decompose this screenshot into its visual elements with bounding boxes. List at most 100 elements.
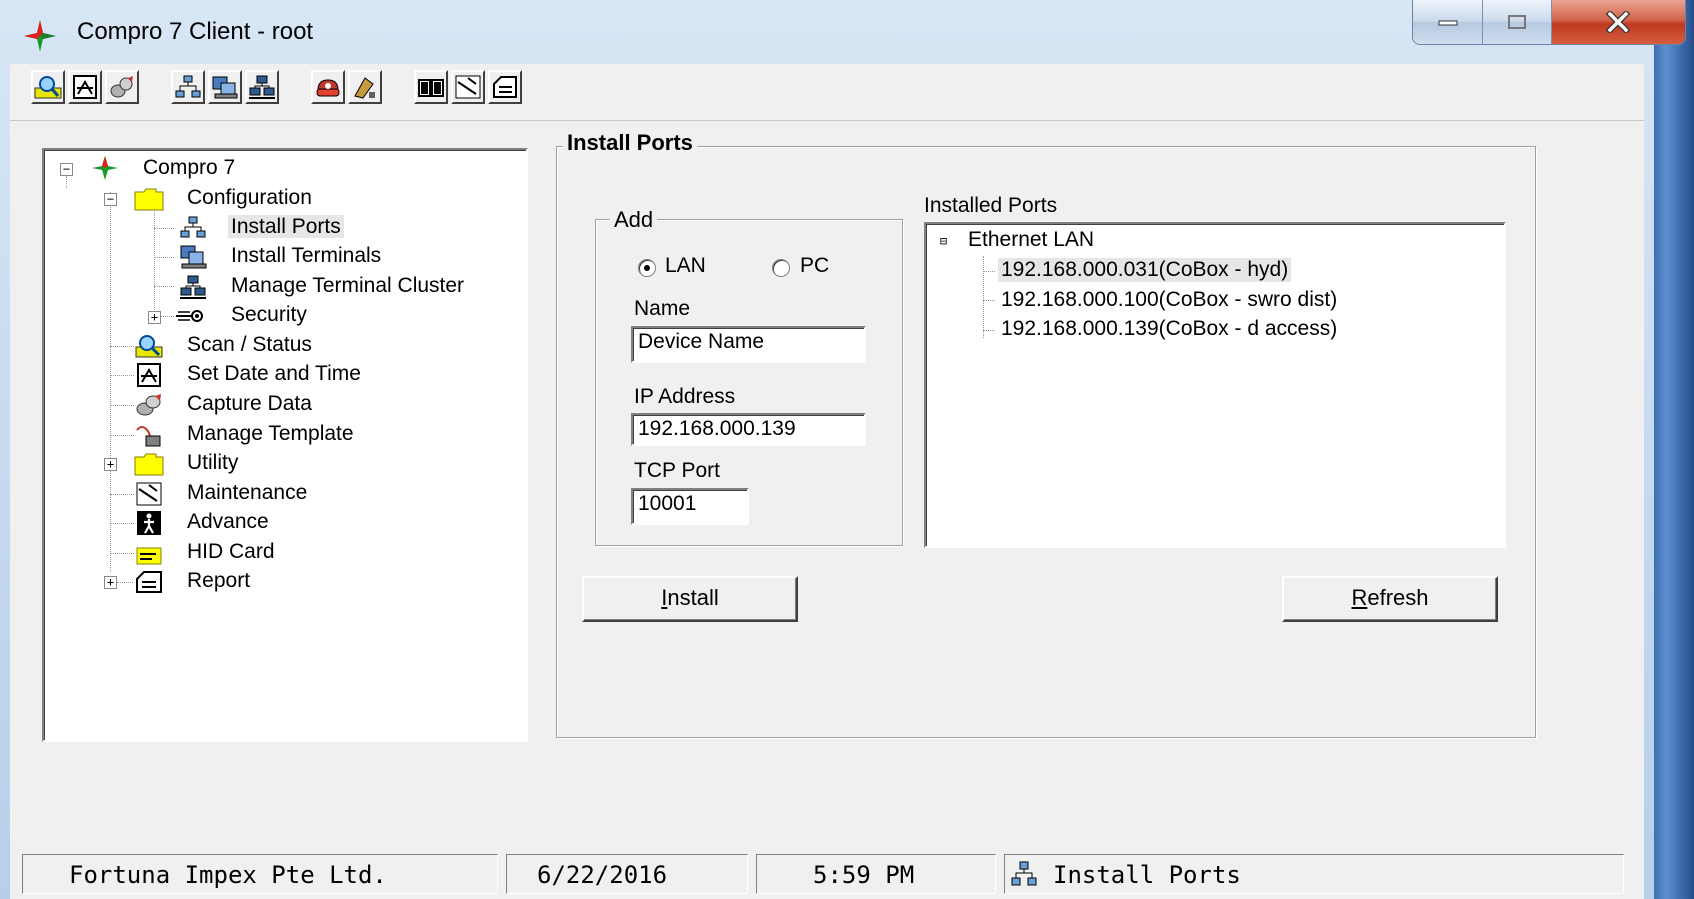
status-current-view-label: Install Ports [1053,861,1241,889]
tree-item-security[interactable]: Security [228,302,310,328]
port-item[interactable]: 192.168.000.100(CoBox - swro dist) [998,288,1340,312]
name-input[interactable]: Device Name [631,326,866,363]
compro-logo-icon [92,156,118,180]
pc-radio[interactable] [772,259,790,277]
toolbar [10,64,1644,121]
set-date-time-toolbar-button[interactable] [68,70,102,104]
tree-connector [154,286,174,287]
network-icon [175,75,201,98]
tree-item-install-ports[interactable]: Install Ports [228,214,344,240]
report-icon [493,76,517,98]
maintenance-toolbar-button[interactable] [451,70,485,104]
tree-item-manage-terminal-cluster[interactable]: Manage Terminal Cluster [228,273,467,299]
tree-item-advance[interactable]: Advance [184,509,272,535]
install-terminals-toolbar-button[interactable] [208,70,242,104]
magnifier-icon [34,76,62,99]
expand-toggle[interactable]: + [148,311,161,324]
book-icon [418,79,444,97]
ethernet-lan-node[interactable]: Ethernet LAN [968,228,1094,252]
tree-connector [983,256,984,338]
tree-connector [983,330,995,331]
lan-radio[interactable] [638,259,656,277]
card-icon [136,547,162,565]
capture-icon [110,76,133,98]
install-button[interactable]: Install [582,576,798,622]
pc-radio-label: PC [800,254,830,277]
install-ports-toolbar-button[interactable] [171,70,205,104]
expand-toggle[interactable]: + [104,458,117,471]
report-toolbar-button[interactable] [488,70,522,104]
tcp-port-input[interactable]: 10001 [631,488,749,525]
ip-address-label: IP Address [634,385,736,408]
security-icon [176,310,203,322]
tree-item-capture-data[interactable]: Capture Data [184,391,315,417]
tree-item-utility[interactable]: Utility [184,450,241,476]
title-bar[interactable]: Compro 7 Client - root [0,0,1694,64]
status-company: Fortuna Impex Pte Ltd. [22,854,498,894]
tree-connector [110,494,134,495]
installed-ports-tree[interactable]: ⊟ Ethernet LAN 192.168.000.031(CoBox - h… [924,222,1506,548]
manage-cluster-toolbar-button[interactable] [245,70,279,104]
tree-item-install-terminals[interactable]: Install Terminals [228,243,384,269]
tree-connector [110,375,134,376]
tree-item-set-date-time[interactable]: Set Date and Time [184,361,364,387]
utility-icon [354,77,375,99]
tree-connector [110,405,134,406]
tree-connector [110,346,134,347]
status-date: 6/22/2016 [506,854,748,894]
app-window: Compro 7 Client - root − Compro 7 − Conf… [0,0,1694,899]
expand-toggle[interactable]: + [104,576,117,589]
tree-connector [110,553,134,554]
tree-item-maintenance[interactable]: Maintenance [184,480,310,506]
terminal-icon [180,245,207,269]
clock-icon [73,75,97,99]
book-toolbar-button[interactable] [414,70,448,104]
minimize-button[interactable] [1413,0,1484,44]
tree-item-report[interactable]: Report [184,568,253,594]
maximize-button[interactable] [1483,0,1552,44]
tree-item-scan-status[interactable]: Scan / Status [184,332,315,358]
security-toolbar-button[interactable] [311,70,345,104]
ip-address-input[interactable]: 192.168.000.139 [631,413,866,446]
collapse-toggle[interactable]: − [104,193,117,206]
status-bar: Fortuna Impex Pte Ltd. 6/22/2016 5:59 PM… [10,850,1644,899]
terminal-icon [212,76,238,99]
tree-item-compro7[interactable]: Compro 7 [140,155,238,181]
compro-logo-icon [24,20,56,52]
capture-data-toolbar-button[interactable] [105,70,139,104]
maximize-icon [1508,15,1527,29]
network-icon [1011,861,1037,886]
advance-icon [137,511,161,535]
maintenance-icon [455,75,481,99]
tree-connector [983,271,995,272]
navigation-tree[interactable]: − Compro 7 − Configuration Install Ports… [42,148,528,742]
port-item[interactable]: 192.168.000.139(CoBox - d access) [998,317,1340,341]
collapse-toggle[interactable]: ⊟ [938,235,949,247]
refresh-button[interactable]: Refresh [1282,576,1498,622]
tree-connector [154,228,174,229]
security-icon [316,79,340,97]
cluster-icon [180,275,206,299]
scan-status-toolbar-button[interactable] [31,70,65,104]
tree-connector [110,523,134,524]
cluster-icon [249,75,275,99]
report-icon [136,571,162,593]
tree-item-hid-card[interactable]: HID Card [184,539,278,565]
tree-item-configuration[interactable]: Configuration [184,185,315,211]
tree-connector [66,176,67,188]
port-item[interactable]: 192.168.000.031(CoBox - hyd) [998,258,1292,282]
tree-item-manage-template[interactable]: Manage Template [184,421,357,447]
utility-toolbar-button[interactable] [348,70,382,104]
tree-connector [983,300,995,301]
template-icon [136,426,161,447]
collapse-toggle[interactable]: − [60,163,73,176]
maintenance-icon [136,482,162,506]
name-label: Name [634,297,691,320]
window-title: Compro 7 Client - root [77,18,314,45]
close-icon [1606,11,1631,33]
close-button[interactable] [1551,0,1685,44]
magnifier-icon [135,335,163,358]
minimize-icon [1438,20,1458,26]
capture-icon [136,394,161,416]
add-group-title: Add [610,207,658,233]
